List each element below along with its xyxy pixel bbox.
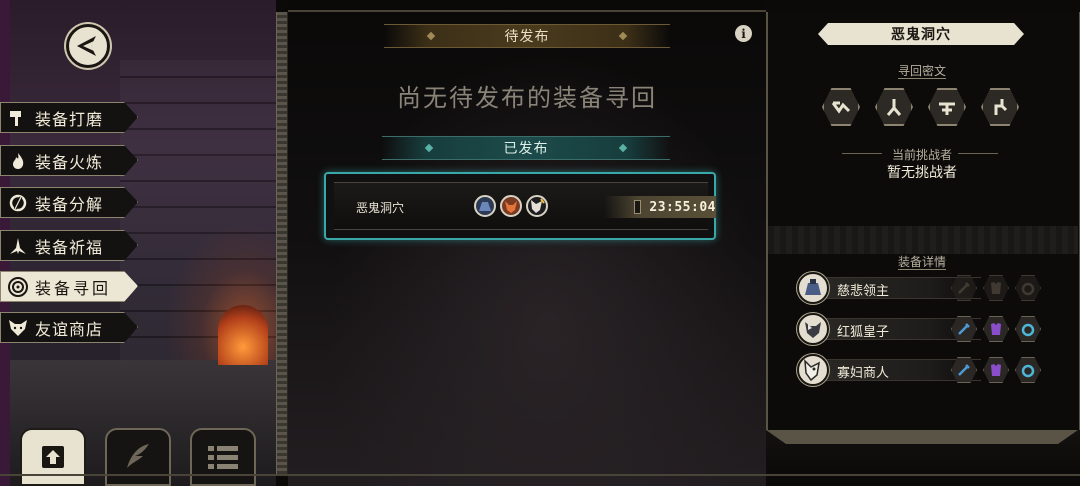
avatar bbox=[797, 313, 829, 345]
menu-item-label: 装备寻回 bbox=[35, 278, 112, 298]
menu-item-label: 装备祈福 bbox=[35, 237, 104, 257]
info-icon[interactable]: i bbox=[735, 25, 752, 42]
quest-timer: 23:55:04 bbox=[604, 196, 716, 218]
menu-item-label: 装备分解 bbox=[35, 194, 104, 214]
armor-slot[interactable] bbox=[983, 357, 1009, 383]
sword-icon bbox=[958, 282, 970, 294]
tab-records[interactable] bbox=[105, 428, 171, 486]
hourglass-icon bbox=[634, 200, 642, 214]
hammer-icon bbox=[1, 108, 35, 128]
feather-icon bbox=[127, 444, 149, 468]
equip-row-widow-merchant[interactable]: 寡妇商人 bbox=[797, 354, 1045, 386]
tab-publish[interactable] bbox=[20, 428, 86, 486]
armor-slot[interactable] bbox=[983, 275, 1009, 301]
blue-armor-portrait bbox=[474, 195, 496, 217]
menu-item-label: 装备打磨 bbox=[35, 109, 104, 129]
ring-icon bbox=[1021, 323, 1035, 337]
menu-item-bless[interactable]: 装备祈福 bbox=[0, 230, 138, 261]
accessory-slot[interactable] bbox=[1015, 357, 1041, 383]
sword-icon bbox=[958, 323, 970, 335]
detail-title: 恶鬼洞穴 bbox=[818, 23, 1024, 45]
back-button[interactable] bbox=[66, 24, 110, 68]
ring-icon bbox=[1021, 364, 1035, 378]
diamond-ornament bbox=[424, 143, 434, 153]
center-panel bbox=[288, 0, 766, 486]
quest-name: 恶鬼洞穴 bbox=[356, 201, 405, 215]
top-border bbox=[288, 10, 766, 12]
published-quest-card[interactable]: 恶鬼洞穴 23:55:04 bbox=[324, 172, 716, 240]
pending-empty-text: 尚无待发布的装备寻回 bbox=[397, 84, 657, 112]
upload-icon bbox=[42, 446, 64, 468]
challenger-value: 暂无挑战者 bbox=[887, 165, 957, 181]
equip-owner-name: 慈悲领主 bbox=[837, 284, 890, 299]
accessory-slot[interactable] bbox=[1015, 275, 1041, 301]
tab-list[interactable] bbox=[190, 428, 256, 486]
equip-row-mercy-lord[interactable]: 慈悲领主 bbox=[797, 272, 1045, 304]
armor-slot[interactable] bbox=[983, 316, 1009, 342]
detail-title-text: 恶鬼洞穴 bbox=[891, 27, 951, 43]
prayer-icon bbox=[1, 236, 35, 256]
pending-header: 待发布 bbox=[384, 24, 670, 48]
published-header: 已发布 bbox=[382, 136, 670, 160]
menu-item-friendship-shop[interactable]: 友谊商店 bbox=[0, 312, 138, 343]
armor-icon bbox=[991, 364, 1001, 376]
equip-label: 装备详情 bbox=[766, 253, 1078, 270]
published-header-label: 已发布 bbox=[503, 141, 549, 157]
avatar bbox=[797, 354, 829, 386]
menu-item-polish[interactable]: 装备打磨 bbox=[0, 102, 138, 133]
cipher-label: 寻回密文 bbox=[766, 62, 1078, 79]
equip-owner-name: 寡妇商人 bbox=[837, 366, 890, 381]
divider-line bbox=[958, 153, 998, 154]
sword-icon bbox=[958, 364, 970, 376]
detail-panel-footer bbox=[766, 430, 1080, 474]
diamond-ornament bbox=[618, 143, 628, 153]
panel-divider bbox=[276, 12, 288, 474]
menu-item-forge[interactable]: 装备火炼 bbox=[0, 145, 138, 176]
list-icon bbox=[208, 446, 238, 469]
diamond-ornament bbox=[618, 31, 628, 41]
equip-label-text: 装备详情 bbox=[897, 255, 946, 270]
equip-owner-name: 红狐皇子 bbox=[837, 325, 890, 340]
menu-item-retrieve[interactable]: 装备寻回 bbox=[0, 271, 138, 302]
equip-row-red-fox-prince[interactable]: 红狐皇子 bbox=[797, 313, 1045, 345]
split-icon bbox=[1, 193, 35, 213]
background-scene bbox=[288, 240, 766, 486]
menu-item-label: 装备火炼 bbox=[35, 152, 104, 172]
avatar bbox=[797, 272, 829, 304]
diamond-ornament bbox=[426, 31, 436, 41]
target-icon bbox=[1, 276, 35, 298]
challenger-label: 当前挑战者 bbox=[891, 148, 952, 162]
cipher-label-text: 寻回密文 bbox=[897, 64, 946, 79]
white-wolf-portrait bbox=[526, 195, 548, 217]
equip-section-band bbox=[768, 226, 1078, 254]
armor-icon bbox=[991, 282, 1001, 294]
background-fireplace bbox=[218, 305, 268, 365]
fox-icon bbox=[1, 318, 35, 338]
menu-item-label: 友谊商店 bbox=[35, 319, 104, 339]
quest-timer-value: 23:55:04 bbox=[649, 199, 716, 215]
accessory-slot[interactable] bbox=[1015, 316, 1041, 342]
menu-item-disassemble[interactable]: 装备分解 bbox=[0, 187, 138, 218]
flame-icon bbox=[1, 151, 35, 171]
armor-icon bbox=[991, 323, 1001, 335]
red-fox-portrait bbox=[500, 195, 522, 217]
back-arrow-icon bbox=[77, 36, 96, 56]
ring-icon bbox=[1021, 282, 1035, 296]
quest-card-body: 恶鬼洞穴 23:55:04 bbox=[334, 182, 716, 230]
bottom-border bbox=[0, 474, 1080, 476]
pending-header-label: 待发布 bbox=[504, 29, 550, 45]
panel-notch bbox=[766, 430, 1078, 444]
